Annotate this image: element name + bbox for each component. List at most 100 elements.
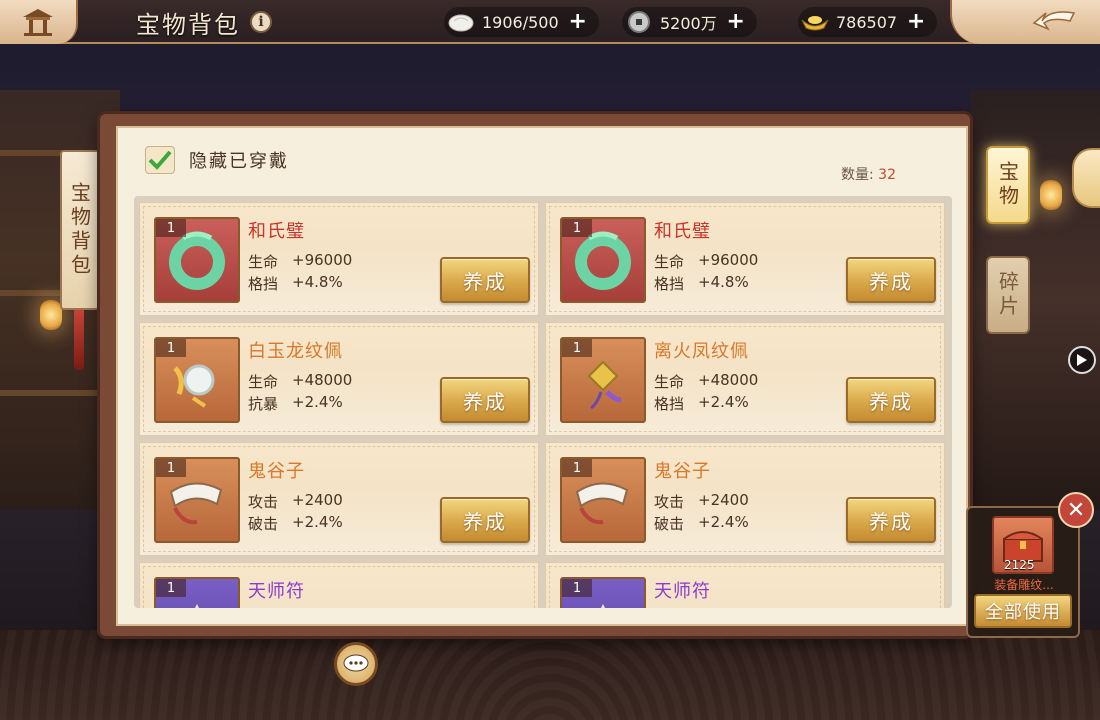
item-level: 1: [562, 339, 592, 357]
tab-fragments[interactable]: 碎片: [986, 256, 1030, 334]
item-card[interactable]: 1 离火凤纹佩 生命 +48000 格挡 +2.4% 养成: [545, 322, 945, 436]
cultivate-button[interactable]: 养成: [440, 257, 530, 303]
hide-equipped-label: 隐藏已穿戴: [189, 151, 289, 172]
item-stat: 生命 +96000: [248, 251, 353, 271]
chat-bubble-icon: [343, 654, 369, 672]
scroll-icon: [575, 482, 629, 525]
resource-gold: 786507 +: [798, 7, 938, 37]
jade-disc-icon: [575, 231, 631, 290]
item-thumbnail[interactable]: 1: [560, 577, 646, 608]
item-level: 1: [156, 459, 186, 477]
item-name: 和氏璧: [654, 221, 711, 242]
resource-coins: 5200万 +: [622, 7, 757, 37]
item-card[interactable]: 1 和氏璧 生命 +96000 格挡 +4.8% 养成: [139, 202, 539, 316]
item-card[interactable]: 1 天师符: [545, 562, 945, 608]
cultivate-button[interactable]: 养成: [846, 497, 936, 543]
item-card[interactable]: 1 鬼谷子 攻击 +2400 破击 +2.4% 养成: [545, 442, 945, 556]
sidebar-title-treasure-bag: 宝物背包: [60, 150, 100, 310]
resource-stamina: 1906/500 +: [444, 7, 599, 37]
add-coins-button[interactable]: +: [725, 11, 747, 33]
item-stat: 生命 +48000: [654, 371, 759, 391]
scroll-icon: [169, 482, 223, 525]
gold-ingot-icon: [798, 7, 832, 37]
chest-name: 装备雕纹...: [994, 578, 1054, 592]
stamina-bun-icon: [444, 7, 478, 37]
copper-coin-icon: [622, 7, 656, 37]
cultivate-button[interactable]: 养成: [846, 377, 936, 423]
stamina-value: 1906/500: [482, 12, 559, 32]
item-level: 1: [156, 339, 186, 357]
use-all-button[interactable]: 全部使用: [974, 594, 1072, 628]
play-icon[interactable]: [1068, 346, 1096, 374]
item-stat: 破击 +2.4%: [654, 513, 749, 533]
item-thumbnail[interactable]: 1: [154, 217, 240, 303]
top-bar: 宝物背包 i 1906/500 + 5200万 + 786507 +: [0, 0, 1100, 44]
item-level: 1: [156, 579, 186, 597]
item-level: 1: [562, 579, 592, 597]
item-thumbnail[interactable]: 1: [154, 337, 240, 423]
item-thumbnail[interactable]: 1: [560, 457, 646, 543]
hide-equipped-checkbox[interactable]: [145, 146, 175, 174]
background-floor: [0, 630, 1100, 720]
item-name: 和氏璧: [248, 221, 305, 242]
home-icon: [23, 9, 53, 36]
hide-equipped-toggle[interactable]: 隐藏已穿戴: [145, 146, 289, 174]
cultivate-button[interactable]: 养成: [846, 257, 936, 303]
event-badge-icon[interactable]: [1072, 148, 1100, 208]
item-name: 鬼谷子: [654, 461, 711, 482]
jade-disc-icon: [169, 231, 225, 290]
item-thumbnail[interactable]: 1: [154, 577, 240, 608]
cultivate-button[interactable]: 养成: [440, 377, 530, 423]
item-stat: 攻击 +2400: [248, 491, 343, 511]
coins-value: 5200万: [660, 14, 717, 33]
talisman-icon: [601, 604, 605, 608]
item-count: 数量: 32: [841, 164, 896, 184]
item-card[interactable]: 1 天师符: [139, 562, 539, 608]
item-thumbnail[interactable]: 1: [560, 337, 646, 423]
chest-count: 2125: [1004, 558, 1035, 572]
back-button[interactable]: [950, 0, 1100, 44]
jade-pendant-icon: [173, 364, 215, 408]
cultivate-button[interactable]: 养成: [440, 497, 530, 543]
back-arrow-icon: [1032, 11, 1076, 31]
item-card[interactable]: 1 白玉龙纹佩 生命 +48000 抗暴 +2.4% 养成: [139, 322, 539, 436]
item-name: 天师符: [248, 581, 305, 602]
item-stat: 破击 +2.4%: [248, 513, 343, 533]
item-level: 1: [562, 219, 592, 237]
checkmark-icon: [148, 150, 172, 170]
tab-treasure[interactable]: 宝物: [986, 146, 1030, 224]
item-name: 鬼谷子: [248, 461, 305, 482]
item-stat: 生命 +48000: [248, 371, 353, 391]
item-name: 天师符: [654, 581, 711, 602]
item-thumbnail[interactable]: 1: [560, 217, 646, 303]
tassel-decoration: [74, 310, 84, 370]
item-stat: 格挡 +4.8%: [654, 273, 749, 293]
page-title-plate: 宝物背包 i: [100, 0, 320, 44]
item-stat: 攻击 +2400: [654, 491, 749, 511]
item-stat: 抗暴 +2.4%: [248, 393, 343, 413]
item-thumbnail[interactable]: 1: [154, 457, 240, 543]
close-quick-use-button[interactable]: ✕: [1058, 492, 1094, 528]
lantern-icon: [40, 300, 62, 330]
item-count-label: 数量:: [841, 167, 874, 183]
item-count-value: 32: [878, 167, 896, 183]
info-icon[interactable]: i: [250, 11, 272, 33]
talisman-icon: [195, 604, 199, 608]
item-card[interactable]: 1 和氏璧 生命 +96000 格挡 +4.8% 养成: [545, 202, 945, 316]
item-level: 1: [156, 219, 186, 237]
chat-button[interactable]: [334, 642, 378, 686]
item-stat: 生命 +96000: [654, 251, 759, 271]
add-gold-button[interactable]: +: [905, 11, 927, 33]
gold-value: 786507: [836, 12, 898, 32]
item-name: 白玉龙纹佩: [248, 341, 343, 362]
item-grid[interactable]: 1 和氏璧 生命 +96000 格挡 +4.8% 养成 1 和氏璧 生命 +96000…: [134, 196, 952, 608]
item-card[interactable]: 1 鬼谷子 攻击 +2400 破击 +2.4% 养成: [139, 442, 539, 556]
item-stat: 格挡 +2.4%: [654, 393, 749, 413]
page-title: 宝物背包: [136, 10, 240, 39]
phoenix-pendant-icon: [587, 360, 622, 410]
item-name: 离火凤纹佩: [654, 341, 749, 362]
item-stat: 格挡 +4.8%: [248, 273, 343, 293]
add-stamina-button[interactable]: +: [567, 11, 589, 33]
home-button[interactable]: [0, 0, 78, 44]
lantern-icon: [1040, 180, 1062, 210]
